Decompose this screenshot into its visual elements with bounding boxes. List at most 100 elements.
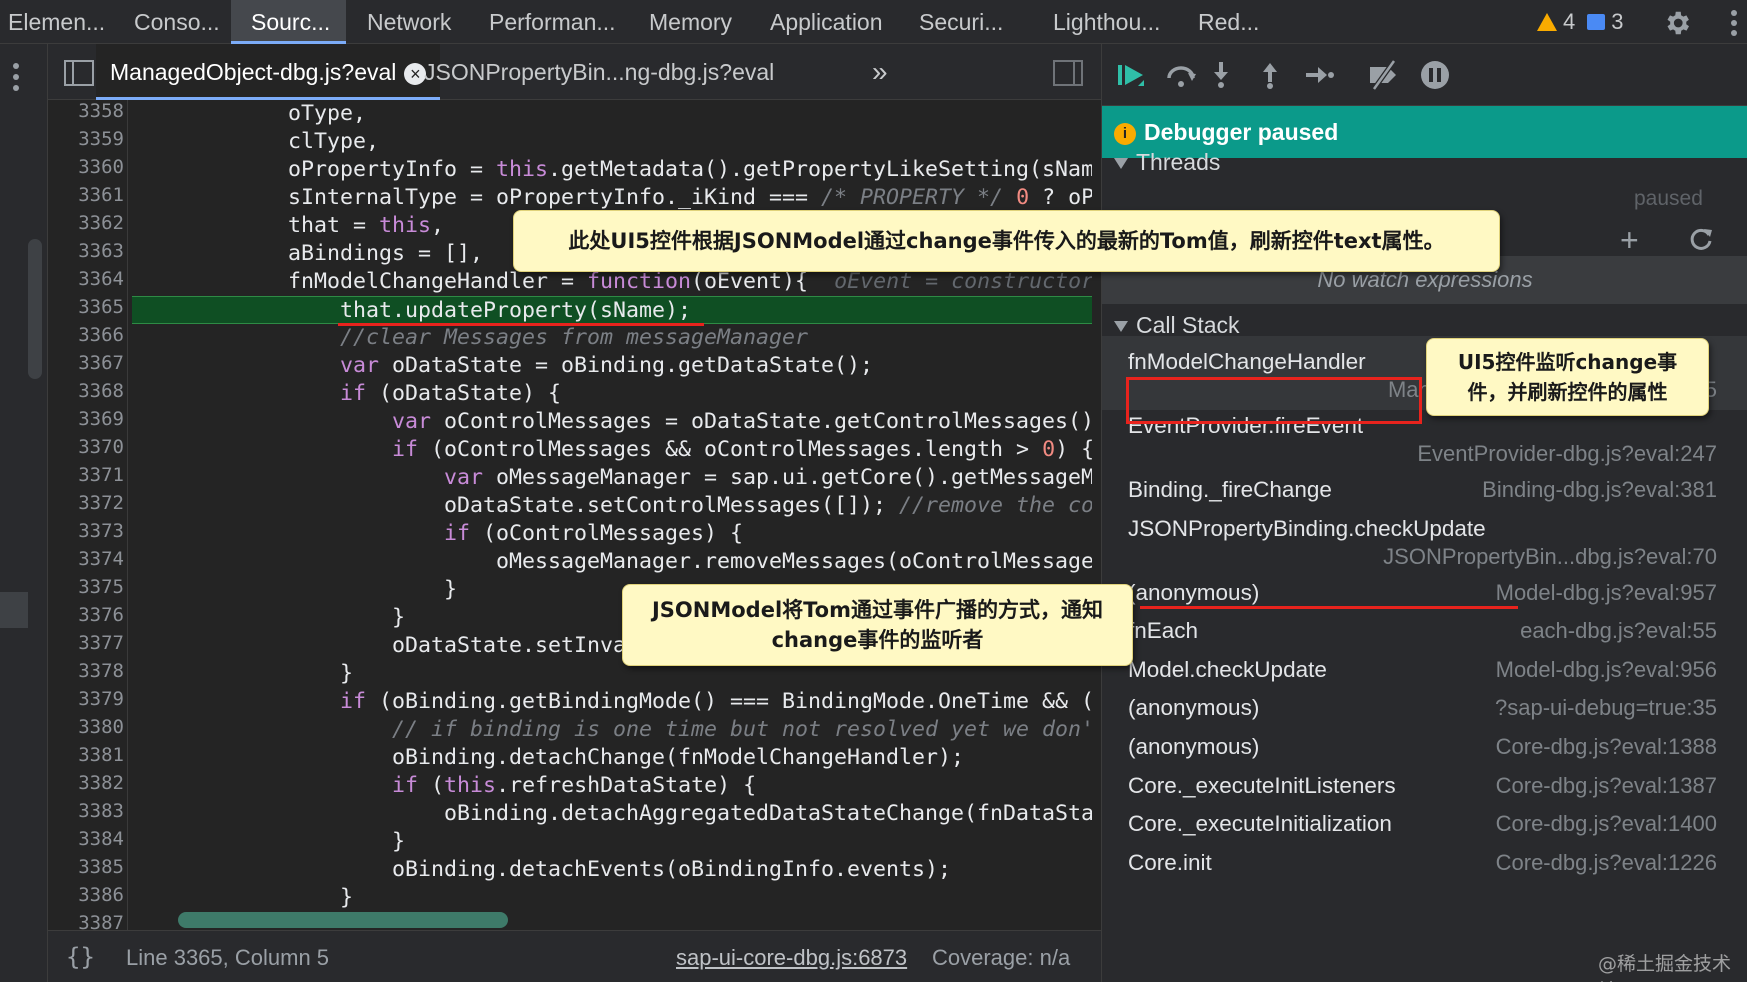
code-line[interactable]: if (oControlMessages && oControlMessages… [132, 436, 1092, 464]
line-number[interactable]: 3360 [48, 156, 124, 178]
callstack-section-header[interactable]: Call Stack [1114, 312, 1240, 339]
tab-security[interactable]: Securi... [919, 0, 1003, 44]
step-icon[interactable] [1302, 58, 1336, 92]
line-number[interactable]: 3384 [48, 828, 124, 850]
pause-on-exceptions-icon[interactable] [1418, 58, 1452, 92]
line-number[interactable]: 3368 [48, 380, 124, 402]
tab-application[interactable]: Application [770, 0, 883, 44]
code-line[interactable]: oPropertyInfo = this.getMetadata().getPr… [132, 156, 1092, 184]
line-number[interactable]: 3382 [48, 772, 124, 794]
code-line[interactable]: } [132, 884, 1092, 912]
line-number[interactable]: 3377 [48, 632, 124, 654]
callstack-frame-location[interactable]: each-dbg.js?eval:55 [1520, 618, 1717, 644]
code-line[interactable]: oBinding.detachChange(fnModelChangeHandl… [132, 744, 1092, 772]
code-line[interactable]: if (oControlMessages) { [132, 520, 1092, 548]
callstack-frame[interactable]: (anonymous) [1128, 695, 1259, 721]
code-line[interactable]: oBinding.detachEvents(oBindingInfo.event… [132, 856, 1092, 884]
line-number[interactable]: 3379 [48, 688, 124, 710]
pretty-print-icon[interactable]: {} [66, 943, 95, 971]
callstack-frame[interactable]: Core.init [1128, 850, 1212, 876]
line-number[interactable]: 3366 [48, 324, 124, 346]
tab-performance[interactable]: Performan... [489, 0, 616, 44]
callstack-frame-location[interactable]: Model-dbg.js?eval:956 [1496, 657, 1717, 683]
callstack-frame-location[interactable]: Binding-dbg.js?eval:381 [1482, 477, 1717, 503]
line-number[interactable]: 3369 [48, 408, 124, 430]
refresh-icon[interactable] [1688, 226, 1714, 252]
step-into-icon[interactable] [1204, 58, 1238, 92]
threads-section-header[interactable]: Threads [1114, 149, 1220, 176]
line-number[interactable]: 3383 [48, 800, 124, 822]
line-number[interactable]: 3374 [48, 548, 124, 570]
callstack-frame[interactable]: Model.checkUpdate [1128, 657, 1327, 683]
code-line[interactable]: sInternalType = oPropertyInfo._iKind ===… [132, 184, 1092, 212]
callstack-frame-location[interactable]: Core-dbg.js?eval:1400 [1496, 811, 1717, 837]
code-line[interactable]: oDataState.setControlMessages([]); //rem… [132, 492, 1092, 520]
code-line[interactable]: if (oBinding.getBindingMode() === Bindin… [132, 688, 1092, 716]
navigator-scrollbar[interactable] [28, 239, 42, 379]
callstack-frame-location[interactable]: JSONPropertyBin...dbg.js?eval:70 [1383, 544, 1717, 570]
tab-sources[interactable]: Sourc... [231, 0, 346, 44]
callstack-frame[interactable]: fnEach [1128, 618, 1198, 644]
callstack-frame[interactable]: (anonymous) [1128, 734, 1259, 760]
code-line[interactable]: fnModelChangeHandler = function(oEvent){… [132, 268, 1092, 296]
line-number[interactable]: 3375 [48, 576, 124, 598]
callstack-frame-location[interactable]: Core-dbg.js?eval:1226 [1496, 850, 1717, 876]
callstack-frame[interactable]: (anonymous) [1128, 580, 1259, 606]
line-number[interactable]: 3361 [48, 184, 124, 206]
code-line[interactable]: var oMessageManager = sap.ui.getCore().g… [132, 464, 1092, 492]
horizontal-scrollbar[interactable] [178, 912, 508, 928]
line-number[interactable]: 3362 [48, 212, 124, 234]
code-line[interactable]: } [132, 828, 1092, 856]
toggle-navigator-icon[interactable] [64, 60, 94, 86]
more-menu-icon[interactable] [1730, 10, 1738, 36]
code-line[interactable]: //clear Messages from messageManager [132, 324, 1092, 352]
step-out-icon[interactable] [1253, 58, 1287, 92]
deactivate-breakpoints-icon[interactable] [1366, 58, 1400, 92]
tab-elements[interactable]: Elemen... [8, 0, 105, 44]
gear-icon[interactable] [1662, 8, 1692, 38]
code-line[interactable]: clType, [132, 128, 1092, 156]
source-map-link[interactable]: sap-ui-core-dbg.js:6873 [676, 945, 907, 971]
callstack-frame-location[interactable]: Model-dbg.js?eval:957 [1496, 580, 1717, 606]
tab-console[interactable]: Conso... [134, 0, 220, 44]
callstack-frame[interactable]: Binding._fireChange [1128, 477, 1332, 503]
line-number[interactable]: 3376 [48, 604, 124, 626]
code-line[interactable]: oBinding.detachAggregatedDataStateChange… [132, 800, 1092, 828]
line-number[interactable]: 3380 [48, 716, 124, 738]
code-line[interactable]: var oDataState = oBinding.getDataState()… [132, 352, 1092, 380]
line-number[interactable]: 3365 [48, 296, 124, 318]
line-number[interactable]: 3371 [48, 464, 124, 486]
line-number[interactable]: 3381 [48, 744, 124, 766]
callstack-frame[interactable]: Core._executeInitialization [1128, 811, 1392, 837]
code-line[interactable]: if (oDataState) { [132, 380, 1092, 408]
navigator-menu-icon[interactable] [12, 62, 20, 92]
line-number[interactable]: 3364 [48, 268, 124, 290]
line-number[interactable]: 3370 [48, 436, 124, 458]
line-number[interactable]: 3372 [48, 492, 124, 514]
code-line[interactable]: oMessageManager.removeMessages(oControlM… [132, 548, 1092, 576]
line-number[interactable]: 3385 [48, 856, 124, 878]
code-line[interactable]: if (this.refreshDataState) { [132, 772, 1092, 800]
line-number[interactable]: 3359 [48, 128, 124, 150]
line-number-gutter[interactable]: 3358 3359 3360 3361 3362 3363 3364 3365 3366 3367… [48, 100, 128, 930]
code-line[interactable]: oType, [132, 100, 1092, 128]
line-number[interactable]: 3378 [48, 660, 124, 682]
toggle-debugger-icon[interactable] [1053, 60, 1083, 86]
current-execution-line[interactable]: that.updateProperty(sName); [132, 296, 1092, 324]
callstack-frame-location[interactable]: Core-dbg.js?eval:1388 [1496, 734, 1717, 760]
line-number[interactable]: 3367 [48, 352, 124, 374]
callstack-frame-location[interactable]: EventProvider-dbg.js?eval:247 [1417, 441, 1717, 467]
callstack-frame-location[interactable]: Core-dbg.js?eval:1387 [1496, 773, 1717, 799]
editor-tab-managedobject[interactable]: ManagedObject-dbg.js?eval × [96, 44, 441, 100]
resume-icon[interactable] [1114, 58, 1148, 92]
tab-network[interactable]: Network [367, 0, 451, 44]
step-over-icon[interactable] [1164, 58, 1198, 92]
line-number[interactable]: 3386 [48, 884, 124, 906]
add-watch-icon[interactable]: + [1620, 222, 1639, 259]
callstack-frame[interactable]: JSONPropertyBinding.checkUpdate [1128, 516, 1486, 542]
tab-memory[interactable]: Memory [649, 0, 732, 44]
callstack-frame-location[interactable]: ?sap-ui-debug=true:35 [1495, 695, 1717, 721]
line-number[interactable]: 3363 [48, 240, 124, 262]
callstack-frame[interactable]: Core._executeInitListeners [1128, 773, 1396, 799]
more-tabs-icon[interactable]: » [872, 56, 888, 88]
